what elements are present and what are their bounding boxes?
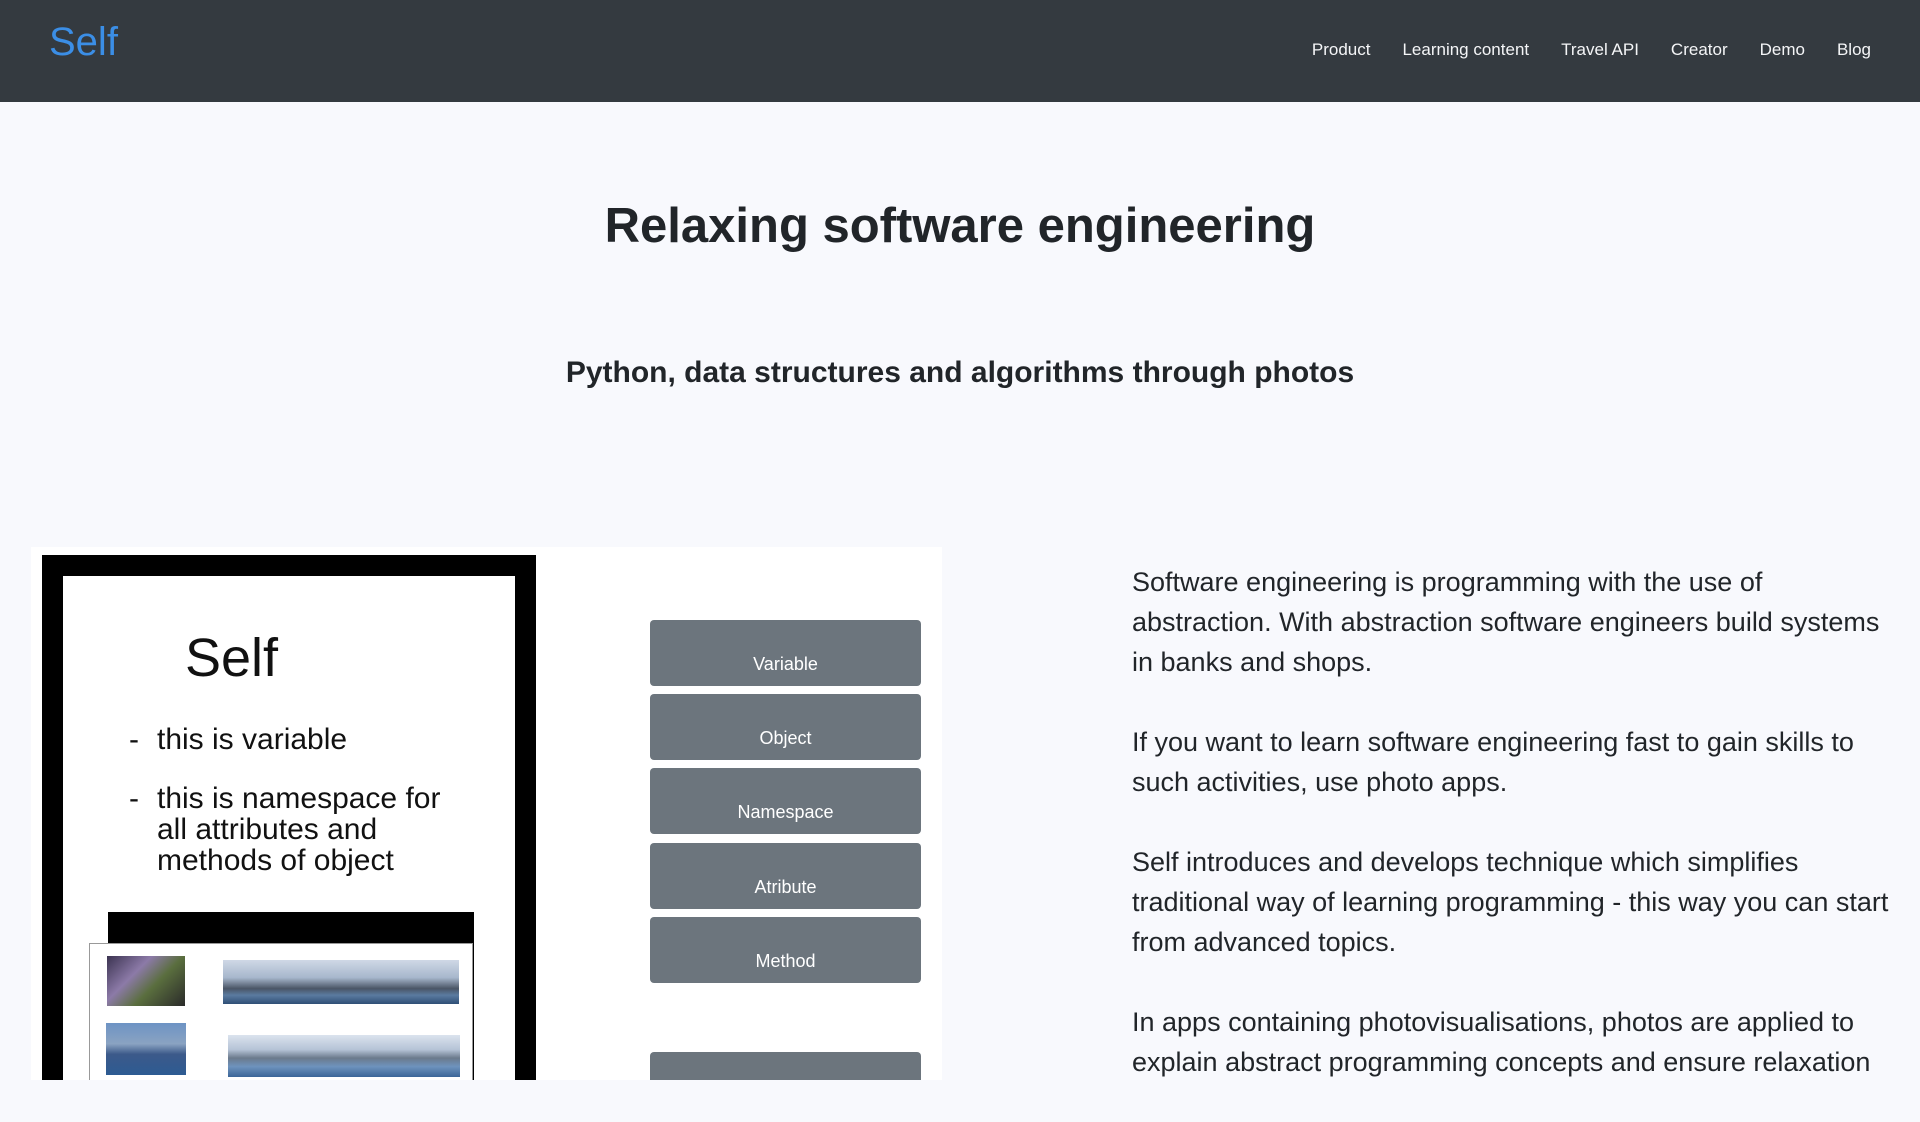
page-subtitle: Python, data structures and algorithms t… xyxy=(565,356,1355,389)
intro-paragraph-technique: Self introduces and develops technique w… xyxy=(1132,847,1889,957)
phone-mockup: Self - this is variable - this is namesp… xyxy=(42,555,536,1080)
concept-button-method[interactable]: Method xyxy=(650,917,921,983)
photo-thumbnail-flowers xyxy=(107,956,185,1006)
concept-button-object[interactable]: Object xyxy=(650,694,921,760)
page-title: Relaxing software engineering xyxy=(604,199,1316,253)
nav-links: Product Learning content Travel API Crea… xyxy=(1312,38,1871,62)
photo-thumbnail-town-lake xyxy=(228,1035,460,1077)
top-navbar: Self Product Learning content Travel API… xyxy=(0,0,1920,102)
nav-link-learning-content[interactable]: Learning content xyxy=(1402,38,1529,62)
photo-gallery-card xyxy=(89,943,473,1080)
nav-link-product[interactable]: Product xyxy=(1312,38,1371,62)
intro-paragraph-photovisualisations: In apps containing photovisualisations, … xyxy=(1132,1007,1871,1077)
intro-paragraph-abstraction: Software engineering is programming with… xyxy=(1132,567,1880,677)
nav-link-creator[interactable]: Creator xyxy=(1671,38,1728,62)
photo-thumbnail-lake xyxy=(106,1023,186,1075)
concept-button-variable[interactable]: Variable xyxy=(650,620,921,686)
nav-link-travel-api[interactable]: Travel API xyxy=(1561,38,1639,62)
app-illustration: Self - this is variable - this is namesp… xyxy=(31,547,942,1080)
phone-bullet-namespace: - this is namespace for all attributes a… xyxy=(129,782,441,877)
phone-app-title: Self xyxy=(185,628,279,688)
concept-button-atribute[interactable]: Atribute xyxy=(650,843,921,909)
nav-link-demo[interactable]: Demo xyxy=(1760,38,1805,62)
phone-bullet-variable: - this is variable xyxy=(129,723,348,756)
intro-text: Software engineering is programming with… xyxy=(1132,562,1892,1122)
brand-logo-link[interactable]: Self xyxy=(49,18,118,66)
intro-paragraph-photo-apps: If you want to learn software engineerin… xyxy=(1132,727,1854,797)
concept-button-partial[interactable] xyxy=(650,1052,921,1080)
nav-link-blog[interactable]: Blog xyxy=(1837,38,1871,62)
photo-thumbnail-mountain-panorama xyxy=(223,960,459,1004)
concept-button-namespace[interactable]: Namespace xyxy=(650,768,921,834)
